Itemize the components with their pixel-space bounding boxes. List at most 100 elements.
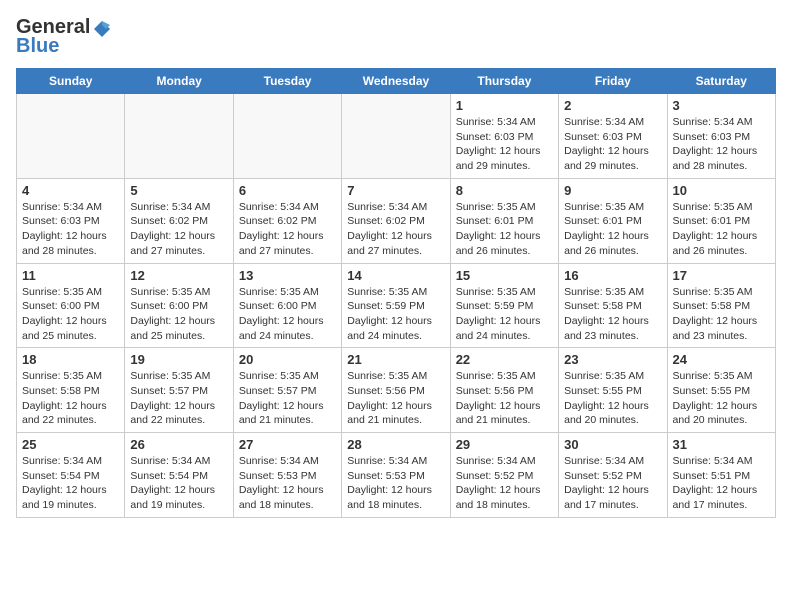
day-number: 21	[347, 352, 444, 367]
day-content: Sunrise: 5:34 AM Sunset: 5:54 PM Dayligh…	[130, 454, 227, 513]
calendar-day-cell: 12Sunrise: 5:35 AM Sunset: 6:00 PM Dayli…	[125, 263, 233, 348]
calendar-day-header: Monday	[125, 69, 233, 94]
day-content: Sunrise: 5:35 AM Sunset: 5:57 PM Dayligh…	[130, 369, 227, 428]
day-number: 1	[456, 98, 553, 113]
calendar-day-cell: 29 Sunrise: 5:34 AM Sunset: 5:52 PM Dayli…	[450, 433, 558, 518]
day-content: Sunrise: 5:34 AM Sunset: 5:53 PM Dayligh…	[239, 454, 336, 513]
day-content: Sunrise: 5:35 AM Sunset: 6:01 PM Dayligh…	[564, 200, 661, 259]
day-content: Sunrise: 5:35 AM Sunset: 5:58 PM Dayligh…	[673, 285, 770, 344]
day-content: Sunrise: 5:35 AM Sunset: 5:58 PM Dayligh…	[564, 285, 661, 344]
calendar-week-row: 4Sunrise: 5:34 AM Sunset: 6:03 PM Daylig…	[17, 178, 776, 263]
calendar-day-cell: 4Sunrise: 5:34 AM Sunset: 6:03 PM Daylig…	[17, 178, 125, 263]
day-content: Sunrise: 5:34 AM Sunset: 5:52 PM Dayligh…	[564, 454, 661, 513]
day-content: Sunrise: 5:35 AM Sunset: 5:56 PM Dayligh…	[347, 369, 444, 428]
calendar-day-cell: 5 Sunrise: 5:34 AM Sunset: 6:02 PM Daylig…	[125, 178, 233, 263]
calendar-day-header: Sunday	[17, 69, 125, 94]
calendar-day-cell: 17 Sunrise: 5:35 AM Sunset: 5:58 PM Dayli…	[667, 263, 775, 348]
day-number: 9	[564, 183, 661, 198]
calendar-day-cell: 7Sunrise: 5:34 AM Sunset: 6:02 PM Daylig…	[342, 178, 450, 263]
calendar-day-cell: 15Sunrise: 5:35 AM Sunset: 5:59 PM Dayli…	[450, 263, 558, 348]
day-content: Sunrise: 5:34 AM Sunset: 5:51 PM Dayligh…	[673, 454, 770, 513]
day-number: 3	[673, 98, 770, 113]
calendar-day-cell: 21 Sunrise: 5:35 AM Sunset: 5:56 PM Dayli…	[342, 348, 450, 433]
calendar-day-cell: 10 Sunrise: 5:35 AM Sunset: 6:01 PM Dayli…	[667, 178, 775, 263]
calendar-day-cell: 30Sunrise: 5:34 AM Sunset: 5:52 PM Dayli…	[559, 433, 667, 518]
day-number: 8	[456, 183, 553, 198]
day-number: 7	[347, 183, 444, 198]
day-content: Sunrise: 5:35 AM Sunset: 5:57 PM Dayligh…	[239, 369, 336, 428]
day-number: 15	[456, 268, 553, 283]
calendar-day-cell: 31 Sunrise: 5:34 AM Sunset: 5:51 PM Dayli…	[667, 433, 775, 518]
logo: General Blue	[16, 16, 112, 58]
day-content: Sunrise: 5:34 AM Sunset: 5:54 PM Dayligh…	[22, 454, 119, 513]
day-content: Sunrise: 5:35 AM Sunset: 5:55 PM Dayligh…	[564, 369, 661, 428]
day-number: 2	[564, 98, 661, 113]
calendar-day-cell: 23Sunrise: 5:35 AM Sunset: 5:55 PM Dayli…	[559, 348, 667, 433]
calendar-day-cell	[233, 94, 341, 179]
calendar-header-row: SundayMondayTuesdayWednesdayThursdayFrid…	[17, 69, 776, 94]
calendar-week-row: 11Sunrise: 5:35 AM Sunset: 6:00 PM Dayli…	[17, 263, 776, 348]
logo-blue-text: Blue	[16, 35, 59, 58]
calendar-day-cell: 2 Sunrise: 5:34 AM Sunset: 6:03 PM Daylig…	[559, 94, 667, 179]
day-number: 28	[347, 437, 444, 452]
calendar-day-cell: 25 Sunrise: 5:34 AM Sunset: 5:54 PM Dayli…	[17, 433, 125, 518]
calendar-day-cell: 22 Sunrise: 5:35 AM Sunset: 5:56 PM Dayli…	[450, 348, 558, 433]
day-content: Sunrise: 5:34 AM Sunset: 6:03 PM Dayligh…	[564, 115, 661, 174]
calendar-day-cell: 11Sunrise: 5:35 AM Sunset: 6:00 PM Dayli…	[17, 263, 125, 348]
day-number: 10	[673, 183, 770, 198]
day-number: 18	[22, 352, 119, 367]
day-number: 27	[239, 437, 336, 452]
calendar-day-cell: 9 Sunrise: 5:35 AM Sunset: 6:01 PM Daylig…	[559, 178, 667, 263]
day-content: Sunrise: 5:34 AM Sunset: 6:03 PM Dayligh…	[456, 115, 553, 174]
calendar-week-row: 18 Sunrise: 5:35 AM Sunset: 5:58 PM Dayli…	[17, 348, 776, 433]
calendar-day-header: Tuesday	[233, 69, 341, 94]
day-number: 22	[456, 352, 553, 367]
calendar-day-cell: 24 Sunrise: 5:35 AM Sunset: 5:55 PM Dayli…	[667, 348, 775, 433]
day-content: Sunrise: 5:34 AM Sunset: 6:02 PM Dayligh…	[239, 200, 336, 259]
day-content: Sunrise: 5:35 AM Sunset: 5:56 PM Dayligh…	[456, 369, 553, 428]
day-number: 14	[347, 268, 444, 283]
day-content: Sunrise: 5:34 AM Sunset: 5:52 PM Dayligh…	[456, 454, 553, 513]
day-content: Sunrise: 5:35 AM Sunset: 6:00 PM Dayligh…	[22, 285, 119, 344]
calendar-day-cell: 27 Sunrise: 5:34 AM Sunset: 5:53 PM Dayli…	[233, 433, 341, 518]
day-number: 25	[22, 437, 119, 452]
logo-icon	[92, 19, 112, 39]
day-content: Sunrise: 5:34 AM Sunset: 6:02 PM Dayligh…	[130, 200, 227, 259]
day-number: 12	[130, 268, 227, 283]
calendar-day-cell: 18 Sunrise: 5:35 AM Sunset: 5:58 PM Dayli…	[17, 348, 125, 433]
calendar-day-header: Saturday	[667, 69, 775, 94]
calendar-day-cell	[125, 94, 233, 179]
calendar-day-header: Wednesday	[342, 69, 450, 94]
calendar-day-cell: 3 Sunrise: 5:34 AM Sunset: 6:03 PM Daylig…	[667, 94, 775, 179]
day-content: Sunrise: 5:35 AM Sunset: 5:58 PM Dayligh…	[22, 369, 119, 428]
day-number: 13	[239, 268, 336, 283]
day-number: 16	[564, 268, 661, 283]
calendar-day-header: Friday	[559, 69, 667, 94]
day-content: Sunrise: 5:34 AM Sunset: 5:53 PM Dayligh…	[347, 454, 444, 513]
calendar-day-cell: 20 Sunrise: 5:35 AM Sunset: 5:57 PM Dayli…	[233, 348, 341, 433]
calendar-day-cell	[17, 94, 125, 179]
day-content: Sunrise: 5:34 AM Sunset: 6:03 PM Dayligh…	[673, 115, 770, 174]
day-number: 24	[673, 352, 770, 367]
day-content: Sunrise: 5:35 AM Sunset: 6:01 PM Dayligh…	[456, 200, 553, 259]
calendar-day-cell: 26 Sunrise: 5:34 AM Sunset: 5:54 PM Dayli…	[125, 433, 233, 518]
calendar-week-row: 1 Sunrise: 5:34 AM Sunset: 6:03 PM Daylig…	[17, 94, 776, 179]
day-number: 6	[239, 183, 336, 198]
day-number: 20	[239, 352, 336, 367]
day-number: 19	[130, 352, 227, 367]
calendar-day-cell	[342, 94, 450, 179]
day-number: 31	[673, 437, 770, 452]
calendar-day-cell: 13Sunrise: 5:35 AM Sunset: 6:00 PM Dayli…	[233, 263, 341, 348]
day-number: 29	[456, 437, 553, 452]
calendar-day-header: Thursday	[450, 69, 558, 94]
day-content: Sunrise: 5:35 AM Sunset: 5:55 PM Dayligh…	[673, 369, 770, 428]
day-content: Sunrise: 5:34 AM Sunset: 6:03 PM Dayligh…	[22, 200, 119, 259]
day-content: Sunrise: 5:35 AM Sunset: 6:01 PM Dayligh…	[673, 200, 770, 259]
calendar-day-cell: 1 Sunrise: 5:34 AM Sunset: 6:03 PM Daylig…	[450, 94, 558, 179]
calendar-week-row: 25 Sunrise: 5:34 AM Sunset: 5:54 PM Dayli…	[17, 433, 776, 518]
day-number: 26	[130, 437, 227, 452]
day-number: 5	[130, 183, 227, 198]
page-header: General Blue	[16, 16, 776, 58]
calendar-day-cell: 19 Sunrise: 5:35 AM Sunset: 5:57 PM Dayli…	[125, 348, 233, 433]
day-number: 17	[673, 268, 770, 283]
